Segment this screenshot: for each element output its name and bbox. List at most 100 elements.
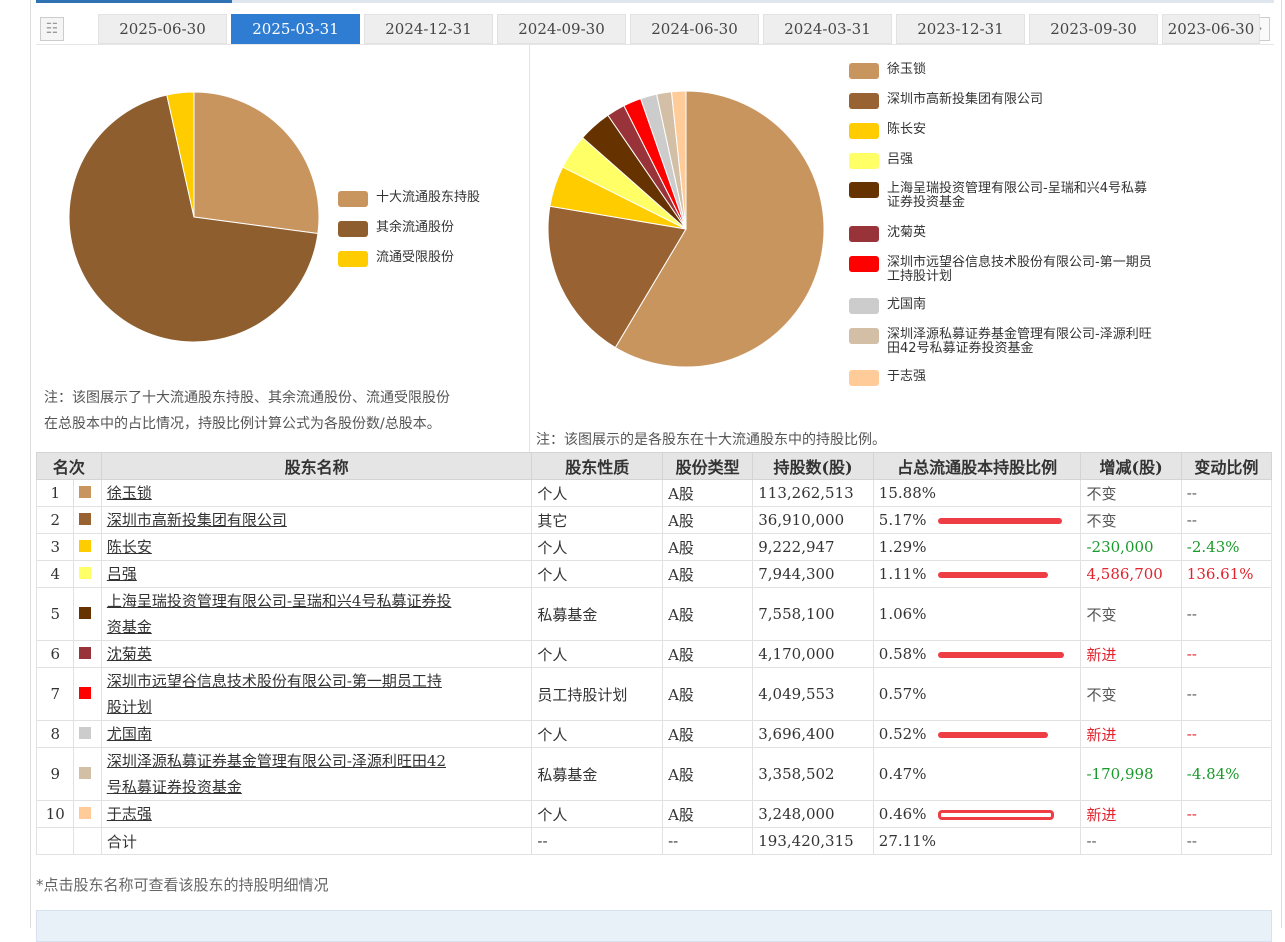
legend-label-line: 深圳泽源私募证券基金管理有限公司-泽源利旺 (887, 327, 1152, 342)
ratio-value: 0.58% (878, 645, 927, 663)
holders-legend-item-9[interactable]: 深圳泽源私募证券基金管理有限公司-泽源利旺 田42号私募证券投资基金 (849, 328, 1152, 356)
holder-link[interactable]: 沈菊英 (107, 645, 152, 663)
ratio-bar (938, 572, 1049, 578)
change-pct-cell: -- (1180, 587, 1273, 641)
holder-link[interactable]: 深圳市高新投集团有限公司 (107, 511, 287, 529)
tab-2024-03-31[interactable]: 2024-03-31 (763, 14, 892, 44)
holder-link[interactable]: 上海呈瑞投资管理有限公司-呈瑞和兴4号私募证券投 (107, 592, 452, 610)
holder-link[interactable]: 深圳泽源私募证券基金管理有限公司-泽源利旺田42 (107, 752, 446, 770)
legend-swatch (338, 221, 368, 237)
holder-name-cell: 吕强 (100, 560, 533, 588)
legend-label: 徐玉锁 (887, 63, 926, 77)
color-swatch (79, 540, 92, 552)
header-change-pct: 变动比例 (1180, 452, 1273, 480)
holders-legend-item-3[interactable]: 陈长安 (849, 123, 926, 139)
ratio-cell: 0.57% (872, 667, 1082, 721)
holder-name-cell: 于志强 (100, 800, 533, 828)
tab-2024-09-30[interactable]: 2024-09-30 (497, 14, 626, 44)
ratio-cell: 0.46% (872, 800, 1082, 828)
color-swatch-cell (73, 533, 102, 561)
change-pct-cell: -- (1180, 667, 1273, 721)
change-pct-cell: -- (1180, 720, 1273, 748)
shares-cell: 4,049,553 (752, 667, 874, 721)
color-swatch-cell (73, 587, 102, 641)
holders-legend-item-5[interactable]: 上海呈瑞投资管理有限公司-呈瑞和兴4号私募 证券投资基金 (849, 182, 1147, 210)
holders-legend-item-2[interactable]: 深圳市高新投集团有限公司 (849, 93, 1043, 109)
holders-legend-item-10[interactable]: 于志强 (849, 370, 926, 386)
nature-cell: 个人 (531, 533, 664, 561)
tab-2023-12-31[interactable]: 2023-12-31 (896, 14, 1025, 44)
ratio-value: 0.52% (878, 725, 927, 743)
legend-label-line: 证券投资基金 (887, 195, 966, 210)
top-rule-active (36, 0, 232, 3)
change-cell: 4,586,700 (1080, 560, 1182, 588)
legend-swatch (338, 191, 368, 207)
change-cell: 不变 (1080, 506, 1182, 534)
shares-cell: 7,944,300 (752, 560, 874, 588)
total-change-pct: -- (1180, 827, 1273, 855)
holders-legend-item-8[interactable]: 尤国南 (849, 298, 926, 314)
list-icon[interactable]: ☷ (40, 17, 64, 41)
holder-link[interactable]: 股计划 (107, 698, 152, 716)
tab-2025-06-30[interactable]: 2025-06-30 (98, 14, 227, 44)
holder-link[interactable]: 陈长安 (107, 538, 152, 556)
ratio-cell: 0.47% (872, 747, 1082, 801)
total-rank-cell (35, 827, 75, 855)
shares-cell: 3,696,400 (752, 720, 874, 748)
holder-link[interactable]: 资基金 (107, 618, 152, 636)
nature-cell: 私募基金 (531, 587, 664, 641)
tab-2024-12-31[interactable]: 2024-12-31 (364, 14, 493, 44)
summary-legend-item-1[interactable]: 十大流通股东持股 (338, 191, 480, 207)
total-label: 合计 (100, 827, 533, 855)
holder-link[interactable]: 徐玉锁 (107, 484, 152, 502)
holders-legend-item-4[interactable]: 吕强 (849, 153, 913, 169)
color-swatch (79, 486, 92, 498)
share-type-cell: A股 (662, 640, 754, 668)
rank-cell: 7 (35, 667, 75, 721)
summary-pie-slice-1[interactable] (193, 91, 320, 235)
share-type-cell: A股 (662, 560, 754, 588)
change-pct-cell: -- (1180, 506, 1273, 534)
summary-legend-item-3[interactable]: 流通受限股份 (338, 251, 454, 267)
ratio-cell: 1.06% (872, 587, 1082, 641)
holder-name-cell: 陈长安 (100, 533, 533, 561)
tab-2025-03-31[interactable]: 2025-03-31 (231, 14, 360, 44)
holders-legend-item-1[interactable]: 徐玉锁 (849, 63, 926, 79)
tab-2023-06-30[interactable]: 2023-06-30 (1162, 14, 1260, 44)
tab-2024-06-30[interactable]: 2024-06-30 (630, 14, 759, 44)
rank-cell: 4 (35, 560, 75, 588)
top-holders-table: 名次 股东名称 股东性质 股份类型 持股数(股) 占总流通股本持股比例 增减(股… (35, 452, 1273, 855)
change-pct-cell: -- (1180, 800, 1273, 828)
rank-cell: 5 (35, 587, 75, 641)
change-pct-cell: -4.84% (1180, 747, 1273, 801)
color-swatch-cell (73, 640, 102, 668)
legend-label: 沈菊英 (887, 226, 926, 240)
color-swatch (79, 567, 92, 579)
table-row: 9 深圳泽源私募证券基金管理有限公司-泽源利旺田42 号私募证券投资基金 私募基金 A股… (35, 747, 1273, 801)
holders-legend-item-7[interactable]: 深圳市远望谷信息技术股份有限公司-第一期员 工持股计划 (849, 256, 1152, 284)
rank-cell: 3 (35, 533, 75, 561)
ratio-value: 0.46% (878, 805, 927, 823)
header-nature: 股东性质 (531, 452, 664, 480)
total-change: -- (1080, 827, 1182, 855)
holder-link[interactable]: 吕强 (107, 565, 137, 583)
color-swatch (79, 767, 92, 779)
holder-link[interactable]: 深圳市远望谷信息技术股份有限公司-第一期员工持 (107, 672, 442, 690)
holder-link[interactable]: 于志强 (107, 805, 152, 823)
legend-label-line: 于志强 (887, 369, 927, 384)
holder-name-cell: 沈菊英 (100, 640, 533, 668)
table-row: 8 尤国南 个人 A股 3,696,400 0.52% 新进 -- (35, 720, 1273, 748)
share-type-cell: A股 (662, 587, 754, 641)
legend-label: 吕强 (887, 153, 913, 167)
nature-cell: 其它 (531, 506, 664, 534)
table-row: 4 吕强 个人 A股 7,944,300 1.11% 4,586,700 136.61% (35, 560, 1273, 588)
summary-legend-item-2[interactable]: 其余流通股份 (338, 221, 454, 237)
change-cell: 不变 (1080, 667, 1182, 721)
tab-2023-09-30[interactable]: 2023-09-30 (1029, 14, 1158, 44)
ratio-bar (938, 652, 1065, 658)
holder-link[interactable]: 尤国南 (107, 725, 152, 743)
table-row: 3 陈长安 个人 A股 9,222,947 1.29% -230,000 -2.43% (35, 533, 1273, 561)
holders-chart-note: 注：该图展示的是各股东在十大流通股东中的持股比例。 (536, 432, 886, 448)
holders-legend-item-6[interactable]: 沈菊英 (849, 226, 926, 242)
holder-link[interactable]: 号私募证券投资基金 (107, 778, 242, 796)
